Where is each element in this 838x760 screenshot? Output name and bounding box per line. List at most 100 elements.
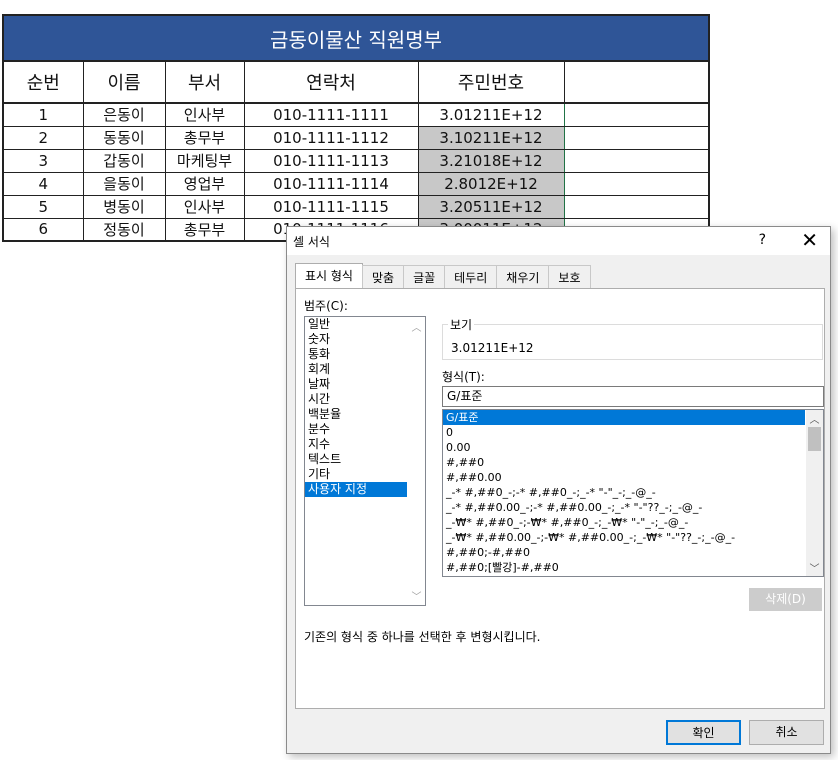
hint-text: 기존의 형식 중 하나를 선택한 후 변형시킵니다.	[304, 630, 541, 644]
category-item[interactable]: 숫자	[305, 332, 407, 347]
empty-cell[interactable]	[563, 102, 710, 127]
header-cell[interactable]: 순번	[2, 60, 84, 104]
spreadsheet: 금동이물산 직원명부 순번 이름 부서 연락처 주민번호 1 은동이 인사부 0…	[1, 14, 711, 242]
employee-table: 금동이물산 직원명부 순번 이름 부서 연락처 주민번호 1 은동이 인사부 0…	[1, 14, 711, 242]
tab-fill[interactable]: 채우기	[496, 265, 550, 288]
tab-alignment[interactable]: 맞춤	[361, 265, 405, 288]
sample-value: 3.01211E+12	[451, 341, 534, 355]
dialog-title: 셀 서식	[293, 235, 330, 249]
category-item[interactable]: 회계	[305, 362, 407, 377]
table-row: 2 동동이 총무부 010-1111-1112 3.10211E+12	[2, 125, 710, 150]
cell[interactable]: 갑동이	[82, 148, 166, 173]
cell[interactable]: 동동이	[82, 125, 166, 150]
cell[interactable]: 010-1111-1111	[243, 102, 419, 127]
dialog-tabs: 표시 형식 맞춤 글꼴 테두리 채우기 보호	[295, 263, 591, 289]
cell[interactable]: 병동이	[82, 194, 166, 219]
empty-cell[interactable]	[563, 125, 710, 150]
table-row: 4 을동이 영업부 010-1111-1114 2.8012E+12	[2, 171, 710, 196]
cell[interactable]: 010-1111-1112	[243, 125, 419, 150]
ssn-cell-active[interactable]: 3.01211E+12	[417, 102, 565, 127]
help-icon[interactable]: ?	[759, 232, 766, 248]
format-item[interactable]: #,##0;[빨강]-#,##0	[443, 560, 805, 575]
format-cells-dialog: 셀 서식 ? ✕ 표시 형식 맞춤 글꼴 테두리 채우기 보호 범주(C): 일…	[286, 226, 831, 754]
scroll-up-icon[interactable]: ︿	[408, 319, 425, 334]
cell[interactable]: 마케팅부	[164, 148, 245, 173]
cell[interactable]: 010-1111-1115	[243, 194, 419, 219]
empty-cell[interactable]	[563, 148, 710, 173]
type-label: 형식(T):	[442, 370, 485, 384]
format-item[interactable]: #,##0.00	[443, 470, 805, 485]
category-item[interactable]: 기타	[305, 467, 407, 482]
category-scrollbar[interactable]: ︿ ﹀	[408, 317, 425, 605]
category-item-selected[interactable]: 사용자 지정	[305, 482, 407, 497]
format-item[interactable]: 0.00	[443, 440, 805, 455]
cell[interactable]: 4	[2, 171, 84, 196]
category-item[interactable]: 지수	[305, 437, 407, 452]
format-item[interactable]: _-* #,##0.00_-;-* #,##0.00_-;_-* "-"??_-…	[443, 500, 805, 515]
header-cell[interactable]: 부서	[164, 60, 245, 104]
format-item[interactable]: 0	[443, 425, 805, 440]
category-item[interactable]: 일반	[305, 317, 407, 332]
cell[interactable]: 은동이	[82, 102, 166, 127]
format-list[interactable]: G/표준 0 0.00 #,##0 #,##0.00 _-* #,##0_-;-…	[442, 409, 824, 577]
sample-label: 보기	[448, 316, 475, 333]
format-item[interactable]: _-₩* #,##0.00_-;-₩* #,##0.00_-;_-₩* "-"?…	[443, 530, 805, 545]
cell[interactable]: 총무부	[164, 125, 245, 150]
header-cell[interactable]: 이름	[82, 60, 166, 104]
format-item[interactable]: #,##0	[443, 455, 805, 470]
scroll-down-icon[interactable]: ﹀	[408, 588, 425, 603]
ok-button[interactable]: 확인	[666, 720, 741, 745]
category-item[interactable]: 백분율	[305, 407, 407, 422]
cell[interactable]: 6	[2, 217, 84, 242]
cell[interactable]: 영업부	[164, 171, 245, 196]
cell[interactable]: 010-1111-1114	[243, 171, 419, 196]
category-item[interactable]: 시간	[305, 392, 407, 407]
close-icon[interactable]: ✕	[801, 228, 818, 252]
category-item[interactable]: 통화	[305, 347, 407, 362]
category-item[interactable]: 날짜	[305, 377, 407, 392]
scroll-thumb[interactable]	[808, 427, 821, 451]
cell[interactable]: 5	[2, 194, 84, 219]
empty-cell[interactable]	[563, 194, 710, 219]
header-cell[interactable]: 연락처	[243, 60, 419, 104]
empty-cell[interactable]	[563, 60, 710, 104]
ssn-cell-selected[interactable]: 3.10211E+12	[417, 125, 565, 150]
tab-number[interactable]: 표시 형식	[295, 263, 363, 289]
tab-font[interactable]: 글꼴	[403, 265, 446, 288]
cell[interactable]: 3	[2, 148, 84, 173]
type-input[interactable]: G/표준	[442, 386, 824, 407]
header-row: 순번 이름 부서 연락처 주민번호	[2, 60, 710, 104]
scroll-up-icon[interactable]: ︿	[806, 411, 823, 426]
cancel-button[interactable]: 취소	[749, 720, 824, 745]
ssn-cell-selected[interactable]: 2.8012E+12	[417, 171, 565, 196]
cell[interactable]: 2	[2, 125, 84, 150]
tab-border[interactable]: 테두리	[444, 265, 498, 288]
format-item-selected[interactable]: G/표준	[443, 410, 805, 425]
cell[interactable]: 1	[2, 102, 84, 127]
sample-group: 3.01211E+12	[442, 324, 823, 360]
category-list[interactable]: 일반 숫자 통화 회계 날짜 시간 백분율 분수 지수 텍스트 기타 사용자 지…	[304, 316, 426, 606]
table-row: 3 갑동이 마케팅부 010-1111-1113 3.21018E+12	[2, 148, 710, 173]
header-cell[interactable]: 주민번호	[417, 60, 565, 104]
tab-protection[interactable]: 보호	[548, 265, 591, 288]
format-item[interactable]: _-* #,##0_-;-* #,##0_-;_-* "-"_-;_-@_-	[443, 485, 805, 500]
sheet-title[interactable]: 금동이물산 직원명부	[1, 14, 711, 62]
cell[interactable]: 을동이	[82, 171, 166, 196]
empty-cell[interactable]	[563, 171, 710, 196]
ssn-cell-selected[interactable]: 3.20511E+12	[417, 194, 565, 219]
format-item[interactable]: _-₩* #,##0_-;-₩* #,##0_-;_-₩* "-"_-;_-@_…	[443, 515, 805, 530]
ssn-cell-selected[interactable]: 3.21018E+12	[417, 148, 565, 173]
cell[interactable]: 인사부	[164, 194, 245, 219]
cell[interactable]: 정동이	[82, 217, 166, 242]
format-scrollbar[interactable]: ︿ ﹀	[806, 410, 823, 576]
cell[interactable]: 010-1111-1113	[243, 148, 419, 173]
cell[interactable]: 총무부	[164, 217, 245, 242]
cell[interactable]: 인사부	[164, 102, 245, 127]
format-item[interactable]: #,##0;-#,##0	[443, 545, 805, 560]
delete-button[interactable]: 삭제(D)	[749, 588, 822, 611]
category-item[interactable]: 텍스트	[305, 452, 407, 467]
category-label: 범주(C):	[304, 299, 348, 313]
scroll-down-icon[interactable]: ﹀	[806, 560, 823, 575]
dialog-titlebar[interactable]: 셀 서식 ? ✕	[287, 227, 830, 255]
category-item[interactable]: 분수	[305, 422, 407, 437]
